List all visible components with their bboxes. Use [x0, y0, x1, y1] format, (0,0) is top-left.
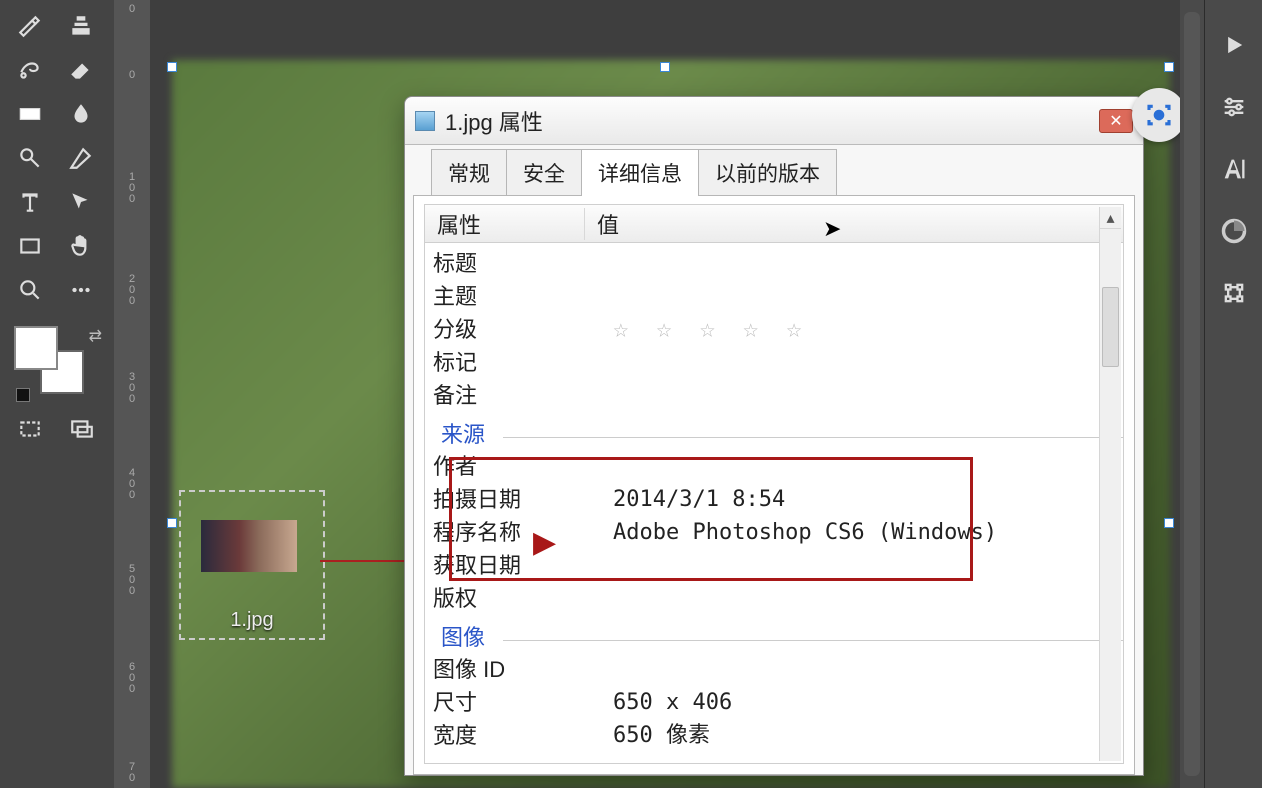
shape-tool-icon[interactable]	[8, 228, 52, 264]
properties-table: 属性 值 标题 主题 分级☆ ☆ ☆ ☆ ☆ 标记 备注 来源 作者	[424, 204, 1124, 764]
scroll-thumb[interactable]	[1102, 287, 1119, 367]
table-row: 图像 ID	[433, 653, 1123, 686]
hand-tool-icon[interactable]	[59, 228, 103, 264]
dialog-titlebar[interactable]: 1.jpg 属性 ✕	[405, 97, 1143, 145]
rating-stars[interactable]: ☆ ☆ ☆ ☆ ☆	[613, 313, 1123, 346]
gradient-tool-icon[interactable]	[8, 96, 52, 132]
thumbnail-image	[201, 520, 297, 572]
section-source: 来源	[441, 418, 1123, 451]
col-attr: 属性	[425, 208, 585, 240]
tab-general[interactable]: 常规	[431, 149, 507, 196]
ruler-mark: 7 0	[118, 762, 146, 784]
table-row: 版权	[433, 582, 1123, 615]
dodge-tool-icon[interactable]	[8, 140, 52, 176]
screen-mode-icon[interactable]	[64, 414, 100, 444]
selection-handle[interactable]	[167, 62, 177, 72]
section-image: 图像	[441, 621, 1123, 654]
close-button[interactable]: ✕	[1099, 109, 1133, 133]
stamp-tool-icon[interactable]	[59, 8, 103, 44]
ruler-mark: 2 0 0	[118, 274, 146, 307]
ruler-mark: 0	[118, 4, 146, 15]
col-value: 值	[585, 208, 1123, 240]
play-icon[interactable]	[1217, 28, 1251, 62]
dialog-tabs: 常规 安全 详细信息 以前的版本	[413, 149, 1135, 196]
move-tool-icon[interactable]	[59, 184, 103, 220]
table-row: 作者	[433, 450, 1123, 483]
annotation-arrow-icon: ▶	[533, 525, 556, 560]
swap-colors-icon[interactable]: ⇄	[89, 326, 102, 346]
ruler-mark: 0	[118, 70, 146, 81]
properties-dialog: 1.jpg 属性 ✕ 常规 安全 详细信息 以前的版本 属性 值	[404, 96, 1144, 776]
canvas-area[interactable]: 1.jpg 1.jpg 属性 ✕ 常规 安全 详细信息 以前的版本	[150, 0, 1180, 788]
selection-handle[interactable]	[1164, 518, 1174, 528]
text-tool-icon[interactable]	[8, 184, 52, 220]
properties-rows: 标题 主题 分级☆ ☆ ☆ ☆ ☆ 标记 备注 来源 作者 拍摄日期2014/3…	[425, 243, 1123, 752]
selection-handle[interactable]	[167, 518, 177, 528]
table-row: 备注	[433, 379, 1123, 412]
table-scrollbar[interactable]: ▴	[1099, 207, 1121, 761]
pen-tool-icon[interactable]	[59, 140, 103, 176]
blur-tool-icon[interactable]	[59, 96, 103, 132]
transform-panel-icon[interactable]	[1217, 276, 1251, 310]
eraser-tool-icon[interactable]	[59, 52, 103, 88]
thumbnail-selection: 1.jpg	[179, 490, 325, 640]
color-wheel-icon[interactable]	[1217, 214, 1251, 248]
vertical-ruler: 0 0 1 0 0 2 0 0 3 0 0 4 0 0 5 0 0 6 0 0 …	[114, 0, 150, 788]
canvas-scrollbar[interactable]	[1180, 0, 1204, 788]
foreground-color-swatch[interactable]	[14, 326, 58, 370]
ruler-mark: 4 0 0	[118, 468, 146, 501]
zoom-tool-icon[interactable]	[8, 272, 52, 308]
more-tool-icon[interactable]	[59, 272, 103, 308]
table-row: 尺寸650 x 406	[433, 686, 1123, 719]
tab-security[interactable]: 安全	[506, 149, 582, 196]
ruler-mark: 3 0 0	[118, 372, 146, 405]
character-panel-icon[interactable]	[1217, 152, 1251, 186]
capture-badge-icon[interactable]	[1132, 88, 1180, 142]
ruler-mark: 6 0 0	[118, 662, 146, 695]
right-panel	[1204, 0, 1262, 788]
tab-previous-versions[interactable]: 以前的版本	[698, 149, 837, 196]
left-toolbar: ⇄	[0, 0, 114, 788]
ruler-mark: 1 0 0	[118, 172, 146, 205]
adjustments-icon[interactable]	[1217, 90, 1251, 124]
default-colors-icon[interactable]	[16, 388, 30, 402]
table-row: 分级☆ ☆ ☆ ☆ ☆	[433, 313, 1123, 346]
ruler-mark: 5 0 0	[118, 564, 146, 597]
selection-handle[interactable]	[660, 62, 670, 72]
quick-mask-icon[interactable]	[12, 414, 48, 444]
thumbnail-label: 1.jpg	[181, 609, 323, 632]
color-swatches[interactable]: ⇄	[6, 320, 108, 400]
tab-details[interactable]: 详细信息	[581, 149, 699, 196]
table-row: 宽度650 像素	[433, 719, 1123, 752]
selection-handle[interactable]	[1164, 62, 1174, 72]
table-row: 拍摄日期2014/3/1 8:54	[433, 483, 1123, 516]
table-row: 标记	[433, 346, 1123, 379]
file-icon	[415, 111, 435, 131]
cursor-icon: ➤	[823, 216, 841, 242]
scroll-up-icon[interactable]: ▴	[1100, 207, 1121, 229]
healing-tool-icon[interactable]	[8, 52, 52, 88]
table-row: 标题	[433, 247, 1123, 280]
table-row: 主题	[433, 280, 1123, 313]
tab-panel-details: 属性 值 标题 主题 分级☆ ☆ ☆ ☆ ☆ 标记 备注 来源 作者	[413, 195, 1135, 775]
dialog-title: 1.jpg 属性	[445, 105, 543, 137]
brush-tool-icon[interactable]	[8, 8, 52, 44]
